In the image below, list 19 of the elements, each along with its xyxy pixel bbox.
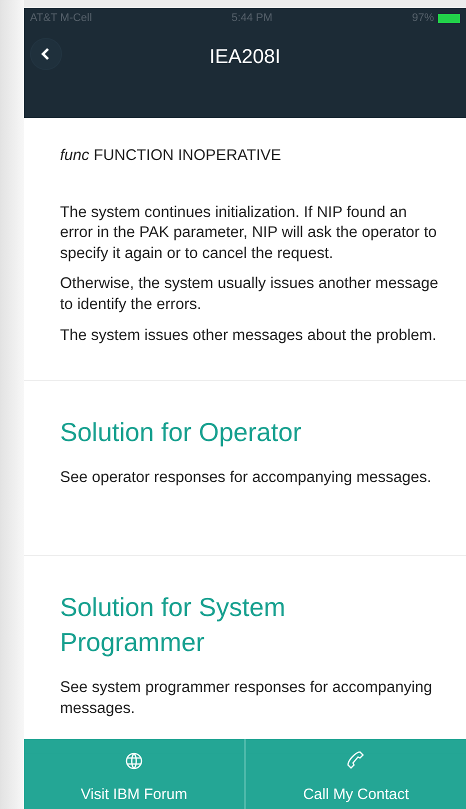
time-label: 5:44 PM	[231, 10, 272, 26]
error-summary: func FUNCTION INOPERATIVE	[60, 146, 282, 166]
carrier-label: AT&T M-Cell	[30, 10, 92, 26]
back-icon	[41, 47, 51, 61]
description-text: Otherwise, the system usually issues another message to identify the errors.	[60, 274, 440, 316]
globe-icon	[125, 752, 143, 770]
footer-button[interactable]: Call My Contact	[244, 739, 466, 809]
phone-icon	[347, 750, 365, 770]
description-text: The system issues other messages about the problem.	[60, 326, 438, 346]
section-heading: Solution for System Programmer	[60, 590, 286, 660]
description-text: The system continues initialization. If NIP found an error in the PAK parameter, NIP will ask the operator to specify it again or to cancel the request.	[60, 202, 438, 264]
section-text: See operator responses for accompanying messages.	[60, 468, 432, 488]
battery-icon	[438, 14, 460, 22]
page-title: IEA208I	[209, 46, 281, 68]
section-heading: Solution for Operator	[60, 416, 302, 450]
footer-button[interactable]: Visit IBM Forum	[24, 739, 244, 809]
section-text: See system programmer responses for accompanying messages.	[60, 678, 434, 719]
battery-label: 97%	[412, 10, 434, 26]
back-button[interactable]	[30, 38, 62, 70]
